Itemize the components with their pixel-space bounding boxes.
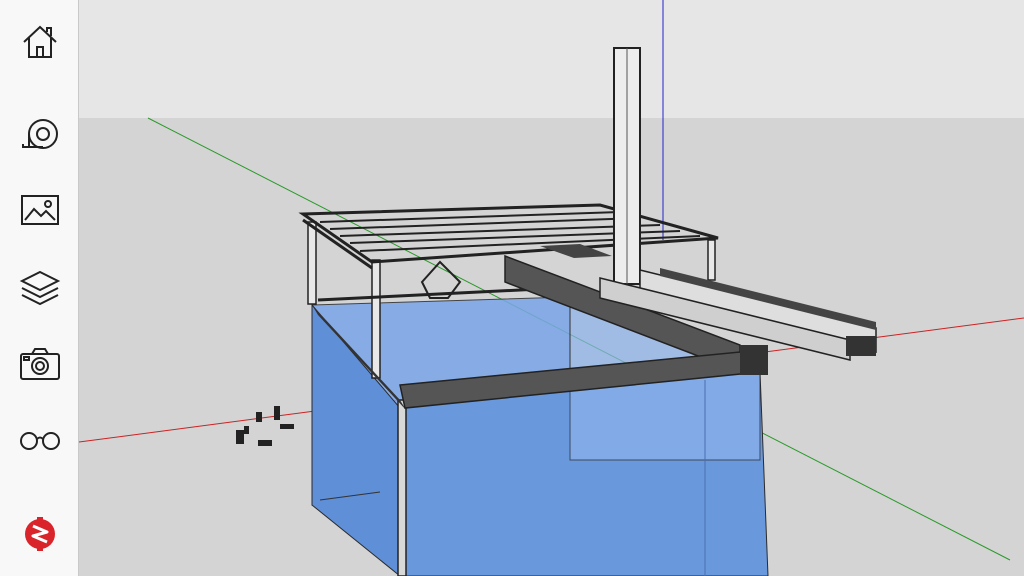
frame-post bbox=[707, 239, 716, 281]
frame-post bbox=[307, 221, 317, 305]
frame-post bbox=[397, 399, 407, 576]
home-button[interactable] bbox=[14, 16, 66, 68]
glasses-icon bbox=[20, 432, 60, 450]
sky bbox=[79, 0, 1024, 118]
rail-end bbox=[740, 345, 768, 375]
home-icon bbox=[23, 25, 57, 58]
rail-end bbox=[846, 336, 876, 356]
tape-measure-icon bbox=[22, 119, 58, 149]
app-logo-button[interactable] bbox=[14, 508, 66, 560]
camera-icon bbox=[20, 348, 60, 380]
app-logo-icon bbox=[25, 517, 55, 551]
3d-viewport[interactable] bbox=[79, 0, 1024, 576]
image-button[interactable] bbox=[14, 184, 66, 236]
layers-button[interactable] bbox=[14, 262, 66, 314]
tape-measure-button[interactable] bbox=[14, 108, 66, 160]
model-scene bbox=[79, 0, 1024, 576]
glasses-button[interactable] bbox=[14, 414, 66, 466]
toolbar-sidebar bbox=[0, 0, 79, 576]
layers-icon bbox=[19, 270, 61, 306]
camera-button[interactable] bbox=[14, 338, 66, 390]
image-icon bbox=[21, 195, 59, 225]
frame-post bbox=[371, 259, 381, 379]
